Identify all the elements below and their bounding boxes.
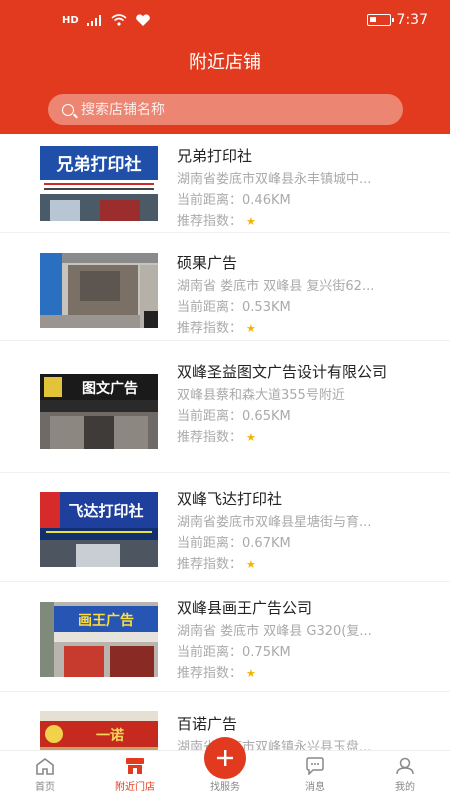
- rating-label: 推荐指数：: [177, 321, 243, 336]
- store-distance: 当前距离：0.65KM: [177, 406, 422, 427]
- photo-sign-text: 一诺: [96, 727, 124, 744]
- store-distance: 当前距离：0.53KM: [177, 297, 422, 318]
- store-photo: 画王广告: [40, 602, 158, 677]
- home-icon: [36, 758, 54, 775]
- store-distance: 当前距离：0.67KM: [177, 533, 422, 554]
- signal-icon: [86, 14, 101, 26]
- find-service-button[interactable]: [204, 737, 246, 779]
- header: HD 7:37 附近店铺: [0, 0, 450, 134]
- distance-label: 当前距离：: [177, 645, 243, 660]
- store-photo: 兄弟打印社: [40, 146, 158, 221]
- store-info: 双峰县画王广告公司 湖南省 娄底市 双峰县 G320(复... 当前距离：0.7…: [177, 596, 422, 684]
- nav-nearby-label: 附近门店: [115, 782, 155, 793]
- rating-label: 推荐指数：: [177, 666, 243, 681]
- nav-messages-label: 消息: [305, 782, 325, 793]
- store-item[interactable]: 飞达打印社 双峰飞达打印社 湖南省娄底市双峰县星塘街与育... 当前距离：0.6…: [0, 473, 450, 582]
- store-address: 湖南省 娄底市 双峰县 复兴街62...: [177, 279, 375, 294]
- nav-mine[interactable]: 我的: [360, 751, 450, 800]
- store-address: 双峰县蔡和森大道355号附近: [177, 388, 345, 403]
- nav-messages[interactable]: 消息: [270, 751, 360, 800]
- store-address: 湖南省娄底市双峰县永丰镇城中...: [177, 172, 372, 187]
- store-photo: [40, 253, 158, 328]
- store-name: 双峰县画王广告公司: [177, 599, 313, 617]
- store-info: 双峰飞达打印社 湖南省娄底市双峰县星塘街与育... 当前距离：0.67KM 推荐…: [177, 487, 422, 575]
- star-icon: ★: [246, 322, 256, 335]
- store-distance: 当前距离：0.75KM: [177, 642, 422, 663]
- store-photo: 飞达打印社: [40, 492, 158, 567]
- rating-label: 推荐指数：: [177, 557, 243, 572]
- photo-sign-text: 飞达打印社: [68, 502, 143, 520]
- status-time: 7:37: [396, 12, 428, 28]
- store-rating: 推荐指数： ★: [177, 427, 422, 448]
- user-icon: [396, 757, 414, 775]
- store-list[interactable]: 兄弟打印社 兄弟打印社 湖南省娄底市双峰县永丰镇城中... 当前距离：0.46K…: [0, 134, 450, 750]
- store-info: 硕果广告 湖南省 娄底市 双峰县 复兴街62... 当前距离：0.53KM 推荐…: [177, 251, 422, 339]
- store-name: 百诺广告: [177, 715, 238, 733]
- star-icon: ★: [246, 667, 256, 680]
- store-name: 硕果广告: [177, 254, 238, 272]
- store-distance: 当前距离：0.46KM: [177, 190, 422, 211]
- store-photo: 图文广告: [40, 374, 158, 449]
- store-item[interactable]: 硕果广告 湖南省 娄底市 双峰县 复兴街62... 当前距离：0.53KM 推荐…: [0, 233, 450, 341]
- store-rating: 推荐指数： ★: [177, 663, 422, 684]
- star-icon: ★: [246, 431, 256, 444]
- photo-sign-text: 图文广告: [82, 380, 138, 397]
- distance-value: 0.65KM: [242, 409, 291, 424]
- store-item[interactable]: 图文广告 双峰圣益图文广告设计有限公司 双峰县蔡和森大道355号附近 当前距离：…: [0, 341, 450, 473]
- hd-indicator: HD: [62, 14, 79, 26]
- status-right: 7:37: [366, 12, 428, 28]
- page-title: 附近店铺: [189, 52, 261, 73]
- store-name: 双峰飞达打印社: [177, 490, 283, 508]
- plus-icon: [217, 750, 233, 766]
- store-item[interactable]: 画王广告 双峰县画王广告公司 湖南省 娄底市 双峰县 G320(复... 当前距…: [0, 582, 450, 692]
- star-icon: ★: [246, 215, 256, 228]
- rating-label: 推荐指数：: [177, 214, 243, 229]
- nav-home[interactable]: 首页: [0, 751, 90, 800]
- battery-icon: [366, 14, 394, 26]
- store-icon: [126, 758, 144, 774]
- wifi-icon: [111, 14, 127, 26]
- distance-value: 0.75KM: [242, 645, 291, 660]
- distance-value: 0.67KM: [242, 536, 291, 551]
- store-name: 兄弟打印社: [177, 147, 253, 165]
- distance-value: 0.53KM: [242, 300, 291, 315]
- search-input[interactable]: [81, 101, 381, 118]
- distance-label: 当前距离：: [177, 193, 243, 208]
- message-icon: [306, 757, 324, 775]
- store-address: 湖南省娄底市双峰县星塘街与育...: [177, 515, 372, 530]
- search-bar[interactable]: [48, 94, 403, 125]
- store-item[interactable]: 兄弟打印社 兄弟打印社 湖南省娄底市双峰县永丰镇城中... 当前距离：0.46K…: [0, 134, 450, 233]
- status-left: HD: [62, 13, 151, 27]
- nav-service-label: 找服务: [210, 782, 240, 793]
- distance-value: 0.46KM: [242, 193, 291, 208]
- photo-sign-text: 兄弟打印社: [56, 154, 142, 175]
- star-icon: ★: [246, 558, 256, 571]
- nav-home-label: 首页: [35, 782, 55, 793]
- status-bar: HD 7:37: [0, 0, 450, 40]
- store-name: 双峰圣益图文广告设计有限公司: [177, 363, 388, 381]
- store-photo: 一诺: [40, 711, 158, 750]
- distance-label: 当前距离：: [177, 300, 243, 315]
- distance-label: 当前距离：: [177, 536, 243, 551]
- nav-mine-label: 我的: [395, 782, 415, 793]
- store-address: 湖南省 娄底市 双峰县 G320(复...: [177, 624, 372, 639]
- search-icon: [62, 103, 74, 116]
- store-rating: 推荐指数： ★: [177, 554, 422, 575]
- store-info: 双峰圣益图文广告设计有限公司 双峰县蔡和森大道355号附近 当前距离：0.65K…: [177, 360, 422, 448]
- store-rating: 推荐指数： ★: [177, 211, 422, 232]
- heart-monitor-icon: [135, 13, 150, 26]
- store-rating: 推荐指数： ★: [177, 318, 422, 339]
- photo-sign-text: 画王广告: [78, 612, 134, 629]
- rating-label: 推荐指数：: [177, 430, 243, 445]
- store-info: 兄弟打印社 湖南省娄底市双峰县永丰镇城中... 当前距离：0.46KM 推荐指数…: [177, 144, 422, 232]
- nav-nearby[interactable]: 附近门店: [90, 751, 180, 800]
- distance-label: 当前距离：: [177, 409, 243, 424]
